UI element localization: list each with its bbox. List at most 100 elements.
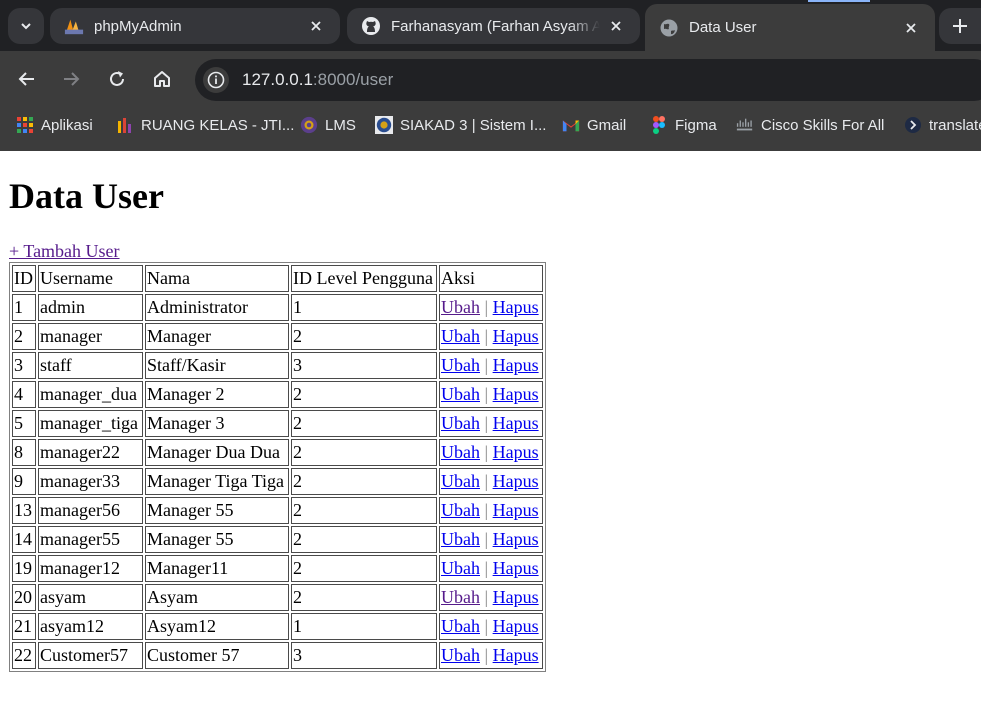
bookmark-gmail[interactable]: Gmail — [562, 116, 626, 134]
cell-aksi: Ubah | Hapus — [439, 468, 543, 495]
cell-id: 20 — [12, 584, 36, 611]
edit-link[interactable]: Ubah — [441, 471, 480, 491]
globe-icon — [659, 18, 679, 38]
bookmark-ruang-kelas[interactable]: RUANG KELAS - JTI... — [116, 116, 294, 134]
edit-link[interactable]: Ubah — [441, 297, 480, 317]
browser-chrome: phpMyAdmin Farhanasyam (Farhan Asyam Alf… — [0, 0, 981, 151]
table-row: 13 manager56 Manager 55 2 Ubah | Hapus — [12, 497, 543, 524]
forward-button[interactable] — [55, 63, 87, 95]
delete-link[interactable]: Hapus — [493, 297, 539, 317]
site-info-icon[interactable] — [203, 67, 229, 93]
cell-id: 1 — [12, 294, 36, 321]
home-button[interactable] — [146, 63, 178, 95]
bookmark-label: Cisco Skills For All — [761, 116, 885, 134]
delete-link[interactable]: Hapus — [493, 442, 539, 462]
add-user-link[interactable]: + Tambah User — [9, 241, 120, 262]
delete-link[interactable]: Hapus — [493, 558, 539, 578]
action-separator: | — [484, 442, 489, 462]
edit-link[interactable]: Ubah — [441, 558, 480, 578]
tab-phpmyadmin[interactable]: phpMyAdmin — [50, 8, 340, 44]
bookmark-label: Aplikasi — [41, 116, 93, 134]
bookmark-lms[interactable]: LMS — [300, 116, 356, 134]
arrow-left-icon — [18, 72, 34, 86]
delete-link[interactable]: Hapus — [493, 471, 539, 491]
cell-aksi: Ubah | Hapus — [439, 294, 543, 321]
edit-link[interactable]: Ubah — [441, 587, 480, 607]
cell-id: 14 — [12, 526, 36, 553]
delete-link[interactable]: Hapus — [493, 645, 539, 665]
edit-link[interactable]: Ubah — [441, 413, 480, 433]
delete-link[interactable]: Hapus — [493, 616, 539, 636]
cell-level: 2 — [291, 410, 437, 437]
cell-aksi: Ubah | Hapus — [439, 613, 543, 640]
cell-nama: Manager — [145, 323, 289, 350]
phpmyadmin-icon — [64, 16, 84, 36]
edit-link[interactable]: Ubah — [441, 616, 480, 636]
back-button[interactable] — [11, 63, 43, 95]
figma-icon — [650, 116, 668, 134]
close-icon[interactable] — [606, 16, 626, 36]
plus-icon — [953, 19, 967, 33]
reload-icon — [110, 71, 124, 86]
edit-link[interactable]: Ubah — [441, 355, 480, 375]
url-path: :8000/user — [312, 70, 394, 89]
cell-aksi: Ubah | Hapus — [439, 352, 543, 379]
cell-nama: Staff/Kasir — [145, 352, 289, 379]
cell-username: manager55 — [38, 526, 143, 553]
page-content: Data User + Tambah User ID Username Nama… — [0, 151, 981, 725]
cell-id: 4 — [12, 381, 36, 408]
arrow-right-icon — [64, 72, 80, 86]
action-separator: | — [484, 355, 489, 375]
edit-link[interactable]: Ubah — [441, 442, 480, 462]
edit-link[interactable]: Ubah — [441, 384, 480, 404]
table-row: 4 manager_dua Manager 2 2 Ubah | Hapus — [12, 381, 543, 408]
cell-level: 2 — [291, 555, 437, 582]
url-host: 127.0.0.1 — [242, 70, 313, 89]
address-bar[interactable]: 127.0.0.1:8000/user — [195, 59, 981, 101]
cell-level: 1 — [291, 294, 437, 321]
edit-link[interactable]: Ubah — [441, 500, 480, 520]
reload-button[interactable] — [101, 63, 133, 95]
home-icon — [154, 71, 170, 87]
delete-link[interactable]: Hapus — [493, 355, 539, 375]
delete-link[interactable]: Hapus — [493, 384, 539, 404]
bookmark-cisco[interactable]: Cisco Skills For All — [736, 116, 884, 134]
tab-github[interactable]: Farhanasyam (Farhan Asyam Alf — [347, 8, 640, 44]
cell-nama: Asyam — [145, 584, 289, 611]
bookmark-translate[interactable]: translate — [904, 116, 981, 134]
ruang-kelas-icon — [116, 116, 134, 134]
cell-aksi: Ubah | Hapus — [439, 555, 543, 582]
cell-level: 3 — [291, 642, 437, 669]
delete-link[interactable]: Hapus — [493, 326, 539, 346]
delete-link[interactable]: Hapus — [493, 413, 539, 433]
close-icon[interactable] — [901, 18, 921, 38]
cell-aksi: Ubah | Hapus — [439, 381, 543, 408]
header-level: ID Level Pengguna — [291, 265, 437, 292]
delete-link[interactable]: Hapus — [493, 587, 539, 607]
delete-link[interactable]: Hapus — [493, 500, 539, 520]
table-row: 21 asyam12 Asyam12 1 Ubah | Hapus — [12, 613, 543, 640]
bookmarks-bar: Aplikasi RUANG KELAS - JTI... LMS SIAKAD… — [0, 107, 981, 145]
header-aksi: Aksi — [439, 265, 543, 292]
new-tab-button[interactable] — [939, 8, 981, 44]
tab-data-user[interactable]: Data User — [645, 4, 935, 51]
delete-link[interactable]: Hapus — [493, 529, 539, 549]
bookmark-siakad[interactable]: SIAKAD 3 | Sistem I... — [375, 116, 546, 134]
cell-id: 19 — [12, 555, 36, 582]
cell-nama: Manager 55 — [145, 497, 289, 524]
edit-link[interactable]: Ubah — [441, 326, 480, 346]
cisco-icon — [736, 116, 754, 134]
edit-link[interactable]: Ubah — [441, 529, 480, 549]
cell-aksi: Ubah | Hapus — [439, 439, 543, 466]
tab-search-button[interactable] — [8, 8, 44, 44]
bookmark-label: RUANG KELAS - JTI... — [141, 116, 295, 134]
url-text[interactable]: 127.0.0.1:8000/user — [242, 70, 393, 90]
browser-toolbar: 127.0.0.1:8000/user — [0, 51, 981, 107]
action-separator: | — [484, 645, 489, 665]
github-icon — [361, 16, 381, 36]
bookmark-figma[interactable]: Figma — [650, 116, 717, 134]
edit-link[interactable]: Ubah — [441, 645, 480, 665]
bookmark-aplikasi[interactable]: Aplikasi — [16, 116, 93, 134]
close-icon[interactable] — [306, 16, 326, 36]
cell-aksi: Ubah | Hapus — [439, 410, 543, 437]
